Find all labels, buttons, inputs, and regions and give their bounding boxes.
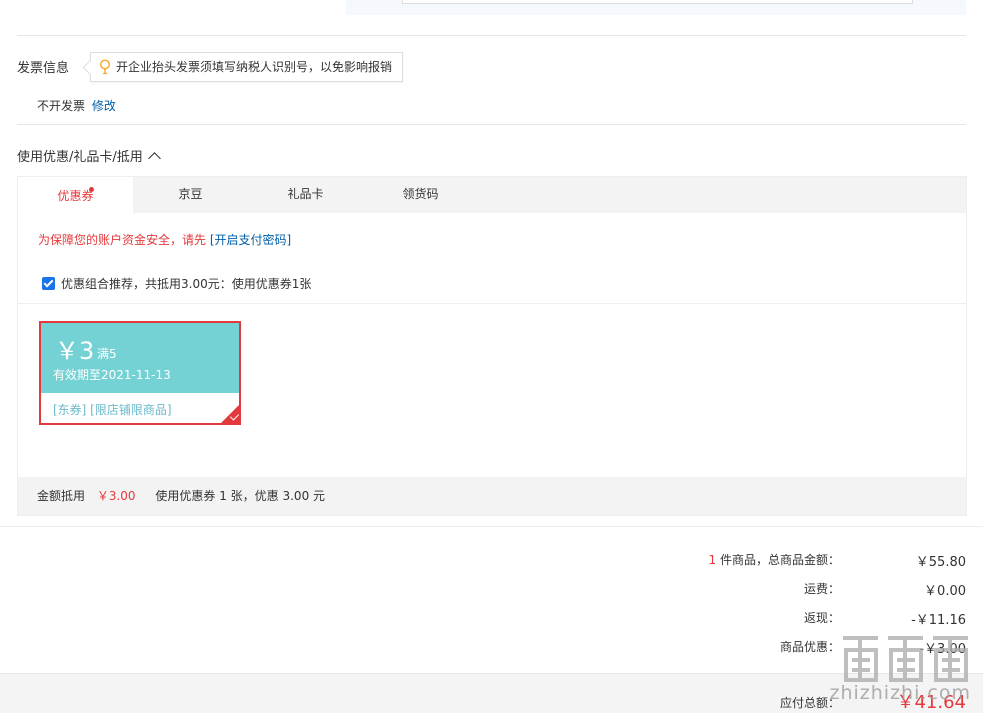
summary-items-row: 1 件商品，总商品金额： ￥55.80 (566, 551, 966, 571)
lightbulb-icon (99, 59, 111, 75)
cashback-label: 返现： (803, 611, 840, 625)
security-tip-text: 为保障您的账户资金安全，请先 (38, 233, 207, 247)
section-divider (17, 35, 966, 36)
section-divider (17, 124, 966, 125)
items-total-value: ￥55.80 (915, 555, 966, 570)
invoice-tip: 开企业抬头发票须填写纳税人识别号，以免影响报销 (90, 52, 404, 82)
invoice-title: 发票信息 (17, 61, 70, 76)
tab-label: 领货码 (402, 187, 439, 201)
shipping-label: 运费： (803, 582, 840, 596)
combo-recommend-label: 优惠组合推荐，共抵用3.00元：使用优惠券1张 (61, 277, 312, 291)
deduct-label: 金额抵用 (37, 489, 86, 503)
shipping-value: ￥0.00 (924, 584, 966, 599)
new-dot-badge (89, 187, 94, 192)
coupon-expiry: 有效期至2021-11-13 (53, 368, 171, 382)
coupon-tags: [东券] [限店铺限商品] (53, 403, 172, 417)
tab-jingdou[interactable]: 京豆 (133, 177, 248, 213)
coupon-section-title: 使用优惠/礼品卡/抵用 (17, 150, 143, 165)
watermark-text: zhizhizhi.com (829, 682, 971, 704)
tab-gift-card[interactable]: 礼品卡 (248, 177, 363, 213)
address-input-edge[interactable] (402, 0, 913, 4)
coupon-tabs: 优惠券 京豆 礼品卡 领货码 (18, 177, 966, 214)
items-label-text: 件商品，总商品金额： (719, 553, 840, 567)
security-tip: 为保障您的账户资金安全，请先 [开启支付密码] (38, 231, 291, 248)
invoice-status: 不开发票 修改 (37, 97, 116, 114)
item-count: 1 (708, 553, 717, 567)
combo-recommend-checkbox[interactable] (42, 277, 55, 290)
enable-pay-password-link[interactable]: [开启支付密码] (210, 233, 291, 247)
tab-pickup-code[interactable]: 领货码 (363, 177, 478, 213)
tab-label: 京豆 (178, 187, 203, 201)
combo-recommend-row: 优惠组合推荐，共抵用3.00元：使用优惠券1张 (42, 275, 311, 292)
summary-shipping-row: 运费： ￥0.00 (566, 580, 966, 600)
summary-cashback-row: 返现： -￥11.16 (566, 609, 966, 629)
deduct-value: ￥3.00 (96, 489, 136, 503)
summary-discount-row: 商品优惠： -￥3.00 (566, 638, 966, 658)
coupon-card[interactable]: ￥3 满5 有效期至2021-11-13 [东券] [限店铺限商品] (39, 321, 241, 425)
tab-coupons[interactable]: 优惠券 (18, 177, 133, 214)
coupon-amount: ￥3 (55, 337, 95, 365)
invoice-status-text: 不开发票 (37, 99, 86, 113)
cashback-value: -￥11.16 (911, 613, 966, 628)
summary-items-label: 1 件商品，总商品金额： (709, 551, 840, 568)
coupon-panel: 优惠券 京豆 礼品卡 领货码 为保障您的账户资金安全，请先 [开启支付密码] 优… (17, 176, 967, 516)
coupon-footer: 金额抵用 ￥3.00 使用优惠券 1 张，优惠 3.00 元 (18, 477, 966, 515)
panel-divider (18, 303, 966, 304)
coupon-usage-summary: 使用优惠券 1 张，优惠 3.00 元 (155, 489, 326, 503)
chevron-up-icon (147, 152, 161, 165)
tab-label: 礼品卡 (287, 187, 324, 201)
coupon-section-toggle[interactable]: 使用优惠/礼品卡/抵用 (17, 146, 161, 165)
discount-value: -￥3.00 (919, 642, 966, 657)
coupon-condition: 满5 (97, 347, 117, 361)
summary-divider (0, 526, 983, 527)
discount-label: 商品优惠： (779, 640, 840, 654)
coupon-card-top: ￥3 满5 有效期至2021-11-13 (41, 323, 239, 393)
invoice-tip-text: 开企业抬头发票须填写纳税人识别号，以免影响报销 (116, 60, 393, 74)
invoice-edit-link[interactable]: 修改 (92, 99, 116, 113)
tab-label: 优惠券 (57, 189, 94, 203)
